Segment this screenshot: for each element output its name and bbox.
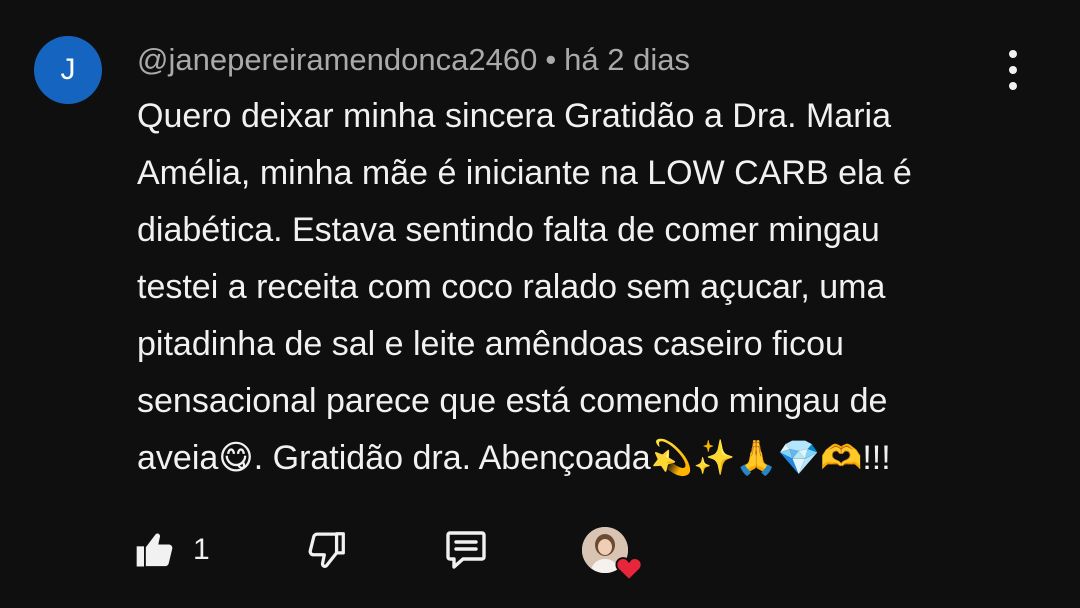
comment-thread: J @janepereiramendonca2460 • há 2 dias Que… [0,0,1080,608]
creator-heart-icon [615,557,643,582]
author-avatar[interactable]: J [34,36,102,104]
like-button[interactable]: 1 [133,528,210,572]
like-count: 1 [193,533,210,566]
dislike-button[interactable] [304,527,350,573]
reply-button[interactable] [442,526,490,574]
comment-text: Quero deixar minha sincera Gratidão a Dr… [137,97,912,477]
thumbs-up-icon [136,533,173,567]
creator-heart[interactable] [581,526,643,582]
comment-time: há 2 dias [564,42,690,77]
more-vertical-icon[interactable] [996,50,1030,90]
comment-actions: 1 [133,520,643,582]
comment-header: @janepereiramendonca2460 • há 2 dias [137,40,690,80]
avatar-letter: J [60,53,76,86]
meta-separator: • [545,42,557,77]
author-name[interactable]: @janepereiramendonca2460 [137,42,537,77]
comment-icon [445,531,486,569]
thumbs-down-icon [308,532,345,568]
